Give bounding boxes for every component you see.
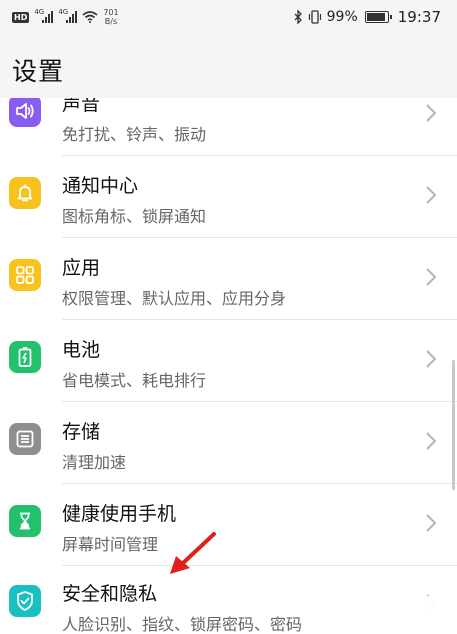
settings-item-subtitle: 图标角标、锁屏通知	[62, 207, 207, 226]
net-speed-value: 701	[103, 8, 119, 17]
annotation-arrow-icon	[170, 532, 216, 574]
status-bar: HD 4G 4G 701 B/s 99% 19:37	[0, 0, 457, 34]
chevron-right-icon	[426, 104, 437, 122]
settings-item-subtitle: 免打扰、铃声、振动	[62, 125, 207, 144]
settings-item-battery[interactable]: 电池 省电模式、耗电排行	[0, 320, 457, 402]
chevron-right-icon	[426, 432, 437, 450]
watermark-fade	[330, 596, 457, 634]
settings-item-label: 健康使用手机	[62, 503, 177, 525]
signal-1-icon: 4G	[34, 8, 54, 23]
settings-item-label: 应用	[62, 257, 101, 279]
net2-label: 4G	[58, 8, 69, 16]
net-speed-unit: B/s	[104, 17, 118, 26]
settings-item-label: 声音	[62, 98, 101, 115]
storage-icon	[9, 423, 41, 455]
settings-item-notifications[interactable]: 通知中心 图标角标、锁屏通知	[0, 156, 457, 238]
bell-icon	[9, 177, 41, 209]
settings-item-digital-balance[interactable]: 健康使用手机 屏幕时间管理	[0, 484, 457, 566]
chevron-right-icon	[426, 350, 437, 368]
settings-item-label: 安全和隐私	[62, 583, 158, 605]
apps-grid-icon	[9, 259, 41, 291]
settings-item-storage[interactable]: 存储 清理加速	[0, 402, 457, 484]
speaker-icon	[9, 98, 41, 127]
battery-percent: 99%	[326, 9, 358, 25]
settings-item-subtitle: 省电模式、耗电排行	[62, 371, 207, 390]
status-right: 99% 19:37	[294, 8, 441, 26]
settings-item-subtitle: 权限管理、默认应用、应用分身	[62, 289, 287, 308]
clock: 19:37	[397, 8, 441, 26]
vibrate-icon	[308, 10, 321, 24]
settings-list[interactable]: 声音 免打扰、铃声、振动 通知中心 图标角标、锁屏通知 应用 权限管理、默认应用…	[0, 98, 457, 634]
net-speed: 701 B/s	[103, 8, 118, 26]
settings-item-label: 存储	[62, 421, 101, 443]
chevron-right-icon	[426, 186, 437, 204]
status-left: HD 4G 4G 701 B/s	[12, 8, 119, 26]
bluetooth-icon	[294, 10, 302, 24]
net1-label: 4G	[34, 8, 45, 16]
battery-icon	[364, 11, 392, 23]
settings-item-label: 通知中心	[62, 175, 139, 197]
wifi-icon	[82, 11, 98, 23]
hd-badge: HD	[12, 11, 30, 23]
settings-item-label: 电池	[62, 339, 101, 361]
settings-item-sound[interactable]: 声音 免打扰、铃声、振动	[0, 98, 457, 156]
page-title: 设置	[12, 57, 65, 86]
signal-2-icon: 4G	[58, 8, 78, 23]
battery-charge-icon	[9, 341, 41, 373]
settings-item-subtitle: 清理加速	[62, 453, 127, 472]
chevron-right-icon	[426, 514, 437, 532]
settings-item-subtitle: 屏幕时间管理	[62, 535, 159, 554]
shield-check-icon	[9, 585, 41, 617]
settings-item-subtitle: 人脸识别、指纹、锁屏密码、密码	[62, 615, 303, 634]
chevron-right-icon	[426, 268, 437, 286]
settings-item-apps[interactable]: 应用 权限管理、默认应用、应用分身	[0, 238, 457, 320]
hourglass-icon	[9, 505, 41, 537]
scrollbar[interactable]	[452, 360, 455, 490]
